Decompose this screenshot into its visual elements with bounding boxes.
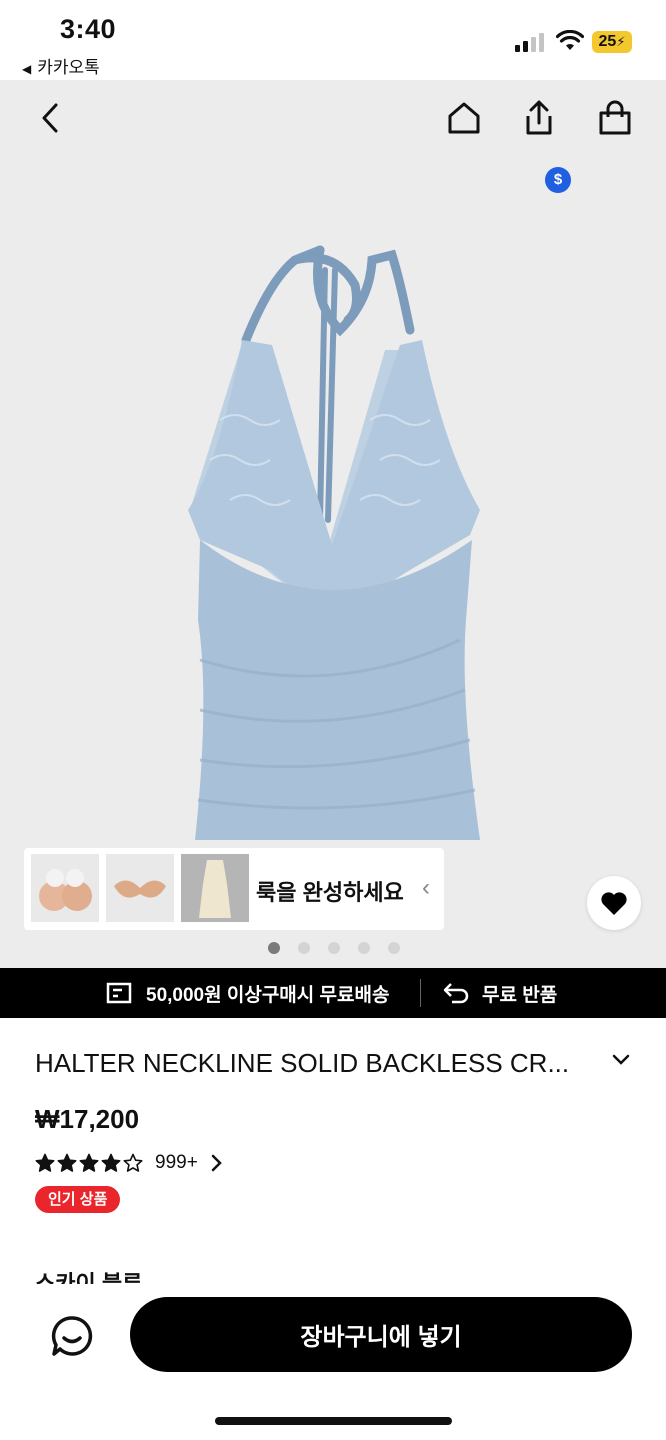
rating-row[interactable]: 999+ (35, 1152, 222, 1174)
nipple-cover-image-icon (39, 869, 92, 911)
free-returns-text: 무료 반품 (482, 984, 558, 1006)
carousel-dot[interactable] (268, 942, 280, 954)
product-price: ₩17,200 (35, 1104, 140, 1134)
back-button[interactable] (28, 96, 72, 140)
review-count: 999+ (155, 1152, 198, 1173)
free-shipping-text: 50,000원 이상구매시 무료배송 (146, 984, 390, 1006)
free-returns-info: 무료 반품 (442, 968, 557, 1018)
chat-bubble-icon (51, 1316, 93, 1356)
star-rating (35, 1153, 143, 1173)
popular-badge: 인기 상품 (35, 1186, 121, 1213)
chevron-down-icon[interactable] (611, 1052, 631, 1066)
share-icon (526, 100, 552, 135)
wishlist-button[interactable] (587, 876, 641, 930)
wifi-icon (556, 30, 584, 50)
battery-indicator: 25⚡ (592, 31, 632, 53)
home-icon (448, 102, 480, 134)
cart-badge: $ (545, 167, 571, 193)
look-thumbnail[interactable] (106, 854, 174, 922)
adhesive-bra-image-icon (114, 880, 166, 898)
shopping-bag-icon (599, 100, 631, 135)
chevron-right-icon (211, 1154, 222, 1172)
product-title: HALTER NECKLINE SOLID BACKLESS CR... (35, 1048, 570, 1078)
color-label: 스카이 블루 (35, 1271, 143, 1284)
look-thumbnail[interactable] (31, 854, 99, 922)
battery-level: 25 (598, 33, 617, 50)
return-arrow-icon (443, 983, 469, 1004)
complete-the-look-strip[interactable]: 룩을 완성하세요 ‹ (24, 848, 444, 930)
back-to-app-link[interactable]: ◀ 카카오톡 (22, 53, 100, 78)
share-button[interactable] (517, 96, 561, 140)
cart-button[interactable] (593, 96, 637, 140)
chat-button[interactable] (46, 1310, 98, 1362)
star-filled-icon (101, 1153, 121, 1172)
carousel-dot[interactable] (358, 942, 370, 954)
look-thumbnail[interactable] (181, 854, 249, 922)
dress-image-icon (181, 854, 249, 922)
complete-look-label: 룩을 완성하세요 (256, 880, 404, 905)
promo-divider (420, 979, 421, 1007)
add-to-cart-button[interactable]: 장바구니에 넣기 (130, 1297, 632, 1372)
heart-icon (601, 892, 627, 915)
product-title-row[interactable]: HALTER NECKLINE SOLID BACKLESS CR... (35, 1048, 635, 1082)
star-empty-icon (123, 1153, 143, 1172)
delivery-truck-icon (106, 982, 132, 1004)
carousel-dot[interactable] (388, 942, 400, 954)
home-indicator (215, 1417, 452, 1425)
back-app-label: 카카오톡 (37, 58, 100, 77)
home-button[interactable] (442, 96, 486, 140)
product-gallery[interactable]: $ (0, 80, 666, 968)
star-filled-icon (79, 1153, 99, 1172)
clock: 3:40 (60, 14, 117, 44)
back-triangle-icon: ◀ (22, 62, 32, 76)
promo-bar: 50,000원 이상구매시 무료배송 무료 반품 (0, 968, 666, 1018)
chevron-left-icon[interactable]: ‹ (422, 874, 430, 902)
charging-icon: ⚡ (616, 34, 626, 49)
star-filled-icon (35, 1153, 55, 1172)
cellular-signal-icon (515, 33, 544, 52)
carousel-dots (268, 942, 400, 954)
star-filled-icon (57, 1153, 77, 1172)
free-shipping-info: 50,000원 이상구매시 무료배송 (106, 968, 389, 1018)
chevron-left-icon (42, 103, 58, 133)
carousel-dot[interactable] (328, 942, 340, 954)
carousel-dot[interactable] (298, 942, 310, 954)
status-bar: 3:40 ◀ 카카오톡 25⚡ (0, 0, 666, 80)
product-photo (188, 245, 480, 840)
